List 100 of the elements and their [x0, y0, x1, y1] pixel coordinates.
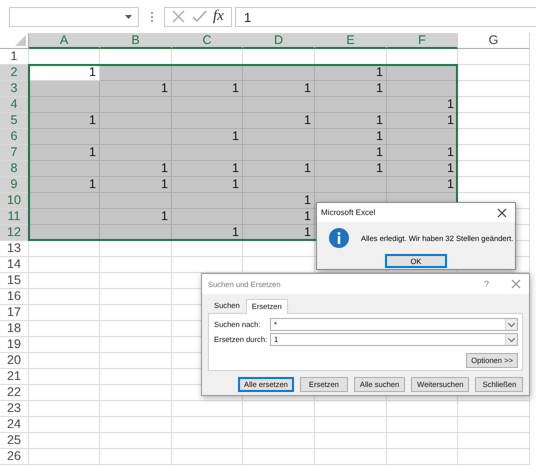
sheet-cell[interactable]	[315, 433, 387, 449]
sheet-cell[interactable]	[29, 385, 100, 401]
sheet-cell[interactable]	[100, 369, 172, 385]
sheet-cell[interactable]	[29, 257, 100, 273]
sheet-cell[interactable]	[243, 177, 315, 193]
sheet-cell[interactable]	[100, 433, 172, 449]
sheet-cell[interactable]	[100, 353, 172, 369]
row-header[interactable]: 5	[0, 113, 29, 129]
sheet-cell[interactable]	[458, 449, 530, 465]
column-header[interactable]: F	[387, 33, 458, 49]
sheet-cell[interactable]	[172, 449, 243, 465]
sheet-cell[interactable]	[29, 305, 100, 321]
sheet-cell[interactable]	[315, 97, 387, 113]
sheet-cell[interactable]: 1	[100, 209, 172, 225]
check-icon[interactable]	[192, 10, 207, 23]
cancel-icon[interactable]	[172, 10, 186, 23]
sheet-cell[interactable]	[172, 433, 243, 449]
sheet-cell[interactable]	[458, 97, 530, 113]
sheet-cell[interactable]	[29, 129, 100, 145]
sheet-cell[interactable]: 1	[243, 161, 315, 177]
sheet-cell[interactable]	[172, 401, 243, 417]
sheet-cell[interactable]	[387, 129, 458, 145]
sheet-cell[interactable]	[29, 433, 100, 449]
sheet-cell[interactable]: 1	[243, 209, 315, 225]
sheet-cell[interactable]	[29, 449, 100, 465]
sheet-cell[interactable]	[100, 97, 172, 113]
sheet-cell[interactable]	[172, 417, 243, 433]
sheet-cell[interactable]	[172, 113, 243, 129]
sheet-cell[interactable]: 1	[29, 145, 100, 161]
column-header[interactable]: G	[458, 33, 530, 49]
sheet-cell[interactable]	[315, 449, 387, 465]
sheet-cell[interactable]	[29, 161, 100, 177]
sheet-cell[interactable]	[458, 49, 530, 65]
row-header[interactable]: 25	[0, 433, 29, 449]
sheet-cell[interactable]	[29, 81, 100, 97]
row-header[interactable]: 3	[0, 81, 29, 97]
sheet-cell[interactable]: 1	[387, 145, 458, 161]
sheet-cell[interactable]	[243, 401, 315, 417]
sheet-cell[interactable]	[315, 401, 387, 417]
sheet-cell[interactable]: 1	[387, 97, 458, 113]
row-header[interactable]: 6	[0, 129, 29, 145]
sheet-cell[interactable]	[458, 129, 530, 145]
sheet-cell[interactable]	[387, 401, 458, 417]
sheet-cell[interactable]	[29, 273, 100, 289]
row-header[interactable]: 12	[0, 225, 29, 241]
row-header[interactable]: 24	[0, 417, 29, 433]
sheet-cell[interactable]: 1	[315, 129, 387, 145]
row-header[interactable]: 11	[0, 209, 29, 225]
sheet-cell[interactable]	[243, 65, 315, 81]
sheet-cell[interactable]	[29, 401, 100, 417]
sheet-cell[interactable]: 1	[387, 161, 458, 177]
row-header[interactable]: 19	[0, 337, 29, 353]
sheet-cell[interactable]	[29, 369, 100, 385]
sheet-cell[interactable]	[458, 433, 530, 449]
sheet-cell[interactable]: 1	[243, 81, 315, 97]
row-header[interactable]: 26	[0, 449, 29, 465]
sheet-cell[interactable]	[458, 65, 530, 81]
sheet-cell[interactable]	[458, 113, 530, 129]
sheet-cell[interactable]	[458, 177, 530, 193]
sheet-cell[interactable]	[172, 209, 243, 225]
sheet-cell[interactable]	[458, 161, 530, 177]
row-header[interactable]: 9	[0, 177, 29, 193]
sheet-cell[interactable]	[458, 401, 530, 417]
column-header[interactable]: D	[243, 33, 315, 49]
sheet-cell[interactable]	[100, 113, 172, 129]
row-header[interactable]: 17	[0, 305, 29, 321]
sheet-cell[interactable]: 1	[315, 113, 387, 129]
sheet-cell[interactable]	[458, 145, 530, 161]
sheet-cell[interactable]	[387, 81, 458, 97]
sheet-cell[interactable]	[458, 81, 530, 97]
sheet-cell[interactable]: 1	[387, 113, 458, 129]
column-header[interactable]: A	[29, 33, 100, 49]
sheet-cell[interactable]	[29, 193, 100, 209]
sheet-cell[interactable]	[172, 65, 243, 81]
sheet-cell[interactable]: 1	[172, 161, 243, 177]
sheet-cell[interactable]	[243, 417, 315, 433]
select-all-icon[interactable]	[15, 35, 26, 46]
sheet-cell[interactable]	[243, 145, 315, 161]
sheet-cell[interactable]: 1	[387, 177, 458, 193]
sheet-cell[interactable]: 1	[315, 161, 387, 177]
row-header[interactable]: 20	[0, 353, 29, 369]
column-header[interactable]: C	[172, 33, 243, 49]
sheet-cell[interactable]	[100, 273, 172, 289]
row-header[interactable]: 15	[0, 273, 29, 289]
sheet-cell[interactable]	[243, 97, 315, 113]
sheet-cell[interactable]	[100, 417, 172, 433]
sheet-cell[interactable]	[172, 241, 243, 257]
row-header[interactable]: 22	[0, 385, 29, 401]
sheet-cell[interactable]	[387, 433, 458, 449]
row-header[interactable]: 8	[0, 161, 29, 177]
row-header[interactable]: 13	[0, 241, 29, 257]
sheet-cell[interactable]	[243, 433, 315, 449]
sheet-cell[interactable]	[172, 193, 243, 209]
sheet-cell[interactable]	[29, 417, 100, 433]
sheet-cell[interactable]	[100, 257, 172, 273]
sheet-cell[interactable]	[100, 65, 172, 81]
sheet-cell[interactable]: 1	[100, 161, 172, 177]
sheet-cell[interactable]: 1	[29, 113, 100, 129]
sheet-cell[interactable]	[100, 385, 172, 401]
sheet-cell[interactable]	[29, 337, 100, 353]
